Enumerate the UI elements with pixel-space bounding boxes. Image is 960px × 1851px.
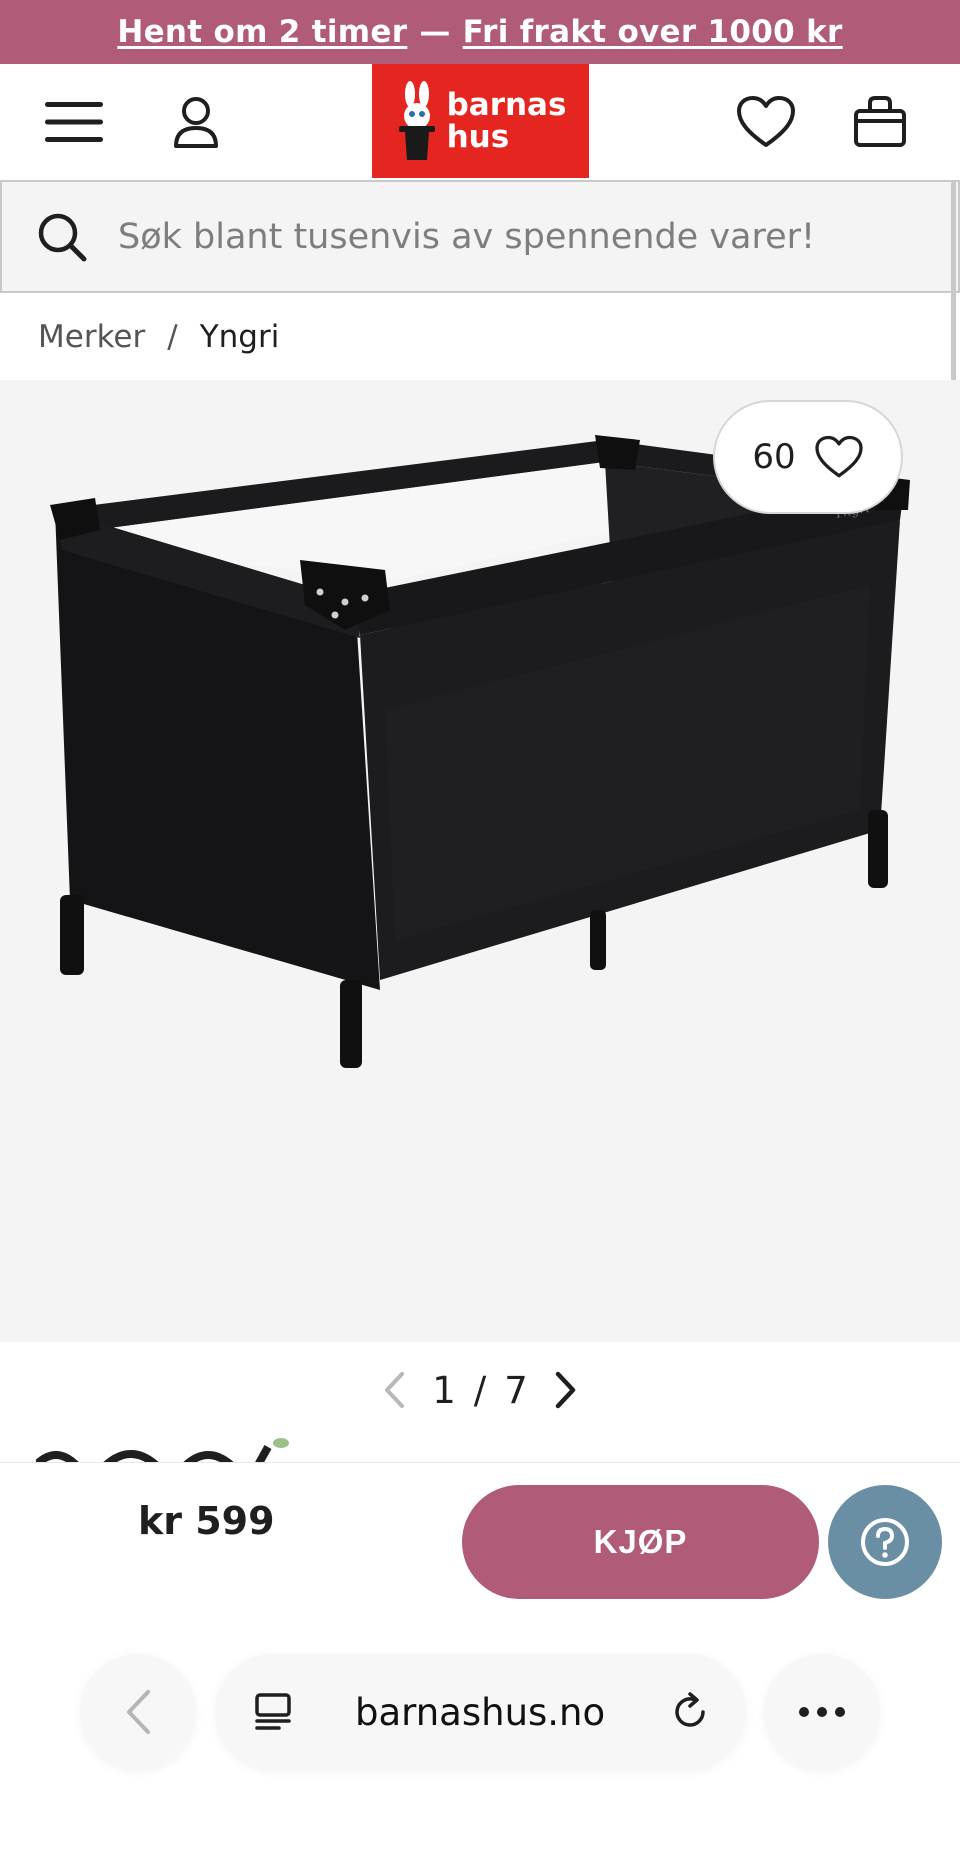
logo-text-line2: hus <box>446 119 510 155</box>
search-icon <box>38 213 87 261</box>
travel-cot-illustration: Yngri <box>50 435 910 1068</box>
promo-separator: — <box>419 14 451 50</box>
gallery-next-button[interactable] <box>546 1367 586 1413</box>
browser-toolbar: barnashus.no <box>0 1602 960 1851</box>
heart-icon <box>737 96 795 147</box>
brand-logo-fragment <box>36 1438 289 1463</box>
menu-button[interactable] <box>38 86 110 158</box>
breadcrumb-separator: / <box>167 319 178 355</box>
browser-address-bar[interactable]: barnashus.no <box>215 1654 746 1770</box>
help-icon <box>861 1518 909 1566</box>
brand-logo-peek <box>36 1435 296 1463</box>
cart-button[interactable] <box>844 86 916 158</box>
gallery-pager: 1 / 7 <box>0 1360 960 1420</box>
gallery-separator: / <box>473 1368 487 1412</box>
breadcrumb: Merker / Yngri <box>38 314 279 360</box>
browser-back-button[interactable] <box>80 1654 196 1770</box>
browser-more-button[interactable] <box>764 1654 880 1770</box>
logo-text-line1: barnas <box>446 87 567 123</box>
sticky-buy-bar: kr 599 KJØP <box>0 1462 960 1602</box>
favorite-button[interactable]: 60 <box>713 400 903 514</box>
account-button[interactable] <box>160 86 232 158</box>
more-icon <box>799 1707 845 1717</box>
favorite-count: 60 <box>752 437 796 477</box>
wishlist-button[interactable] <box>730 86 802 158</box>
gallery-current: 1 <box>432 1368 456 1412</box>
chevron-left-icon <box>127 1690 150 1734</box>
help-button[interactable] <box>828 1485 942 1599</box>
browser-url: barnashus.no <box>355 1690 606 1734</box>
site-logo[interactable]: barnas hus <box>372 64 589 178</box>
bag-icon <box>854 96 906 147</box>
reload-icon[interactable] <box>670 1692 710 1732</box>
search-input[interactable] <box>118 216 918 257</box>
promo-pickup-link[interactable]: Hent om 2 timer <box>117 14 407 50</box>
promo-shipping-link[interactable]: Fri frakt over 1000 kr <box>463 14 843 50</box>
chevron-left-icon <box>385 1372 405 1408</box>
search-bar <box>0 180 960 293</box>
chevron-right-icon <box>555 1371 576 1409</box>
buy-button[interactable]: KJØP <box>462 1485 819 1599</box>
product-image[interactable]: Yngri <box>0 380 960 1342</box>
reader-icon <box>255 1693 291 1730</box>
page-scrollbar[interactable] <box>951 180 956 390</box>
gallery-prev-button[interactable] <box>374 1367 414 1413</box>
menu-icon <box>45 102 103 142</box>
user-icon <box>174 97 218 148</box>
heart-icon <box>814 435 863 478</box>
promo-bar: Hent om 2 timer — Fri frakt over 1000 kr <box>0 0 960 64</box>
product-price: kr 599 <box>138 1499 275 1543</box>
gallery-total: 7 <box>504 1368 528 1412</box>
site-header: barnas hus <box>0 64 960 178</box>
breadcrumb-item-current: Yngri <box>199 319 280 355</box>
breadcrumb-item-merker[interactable]: Merker <box>38 319 145 355</box>
rabbit-hat-logo-icon <box>398 81 435 160</box>
